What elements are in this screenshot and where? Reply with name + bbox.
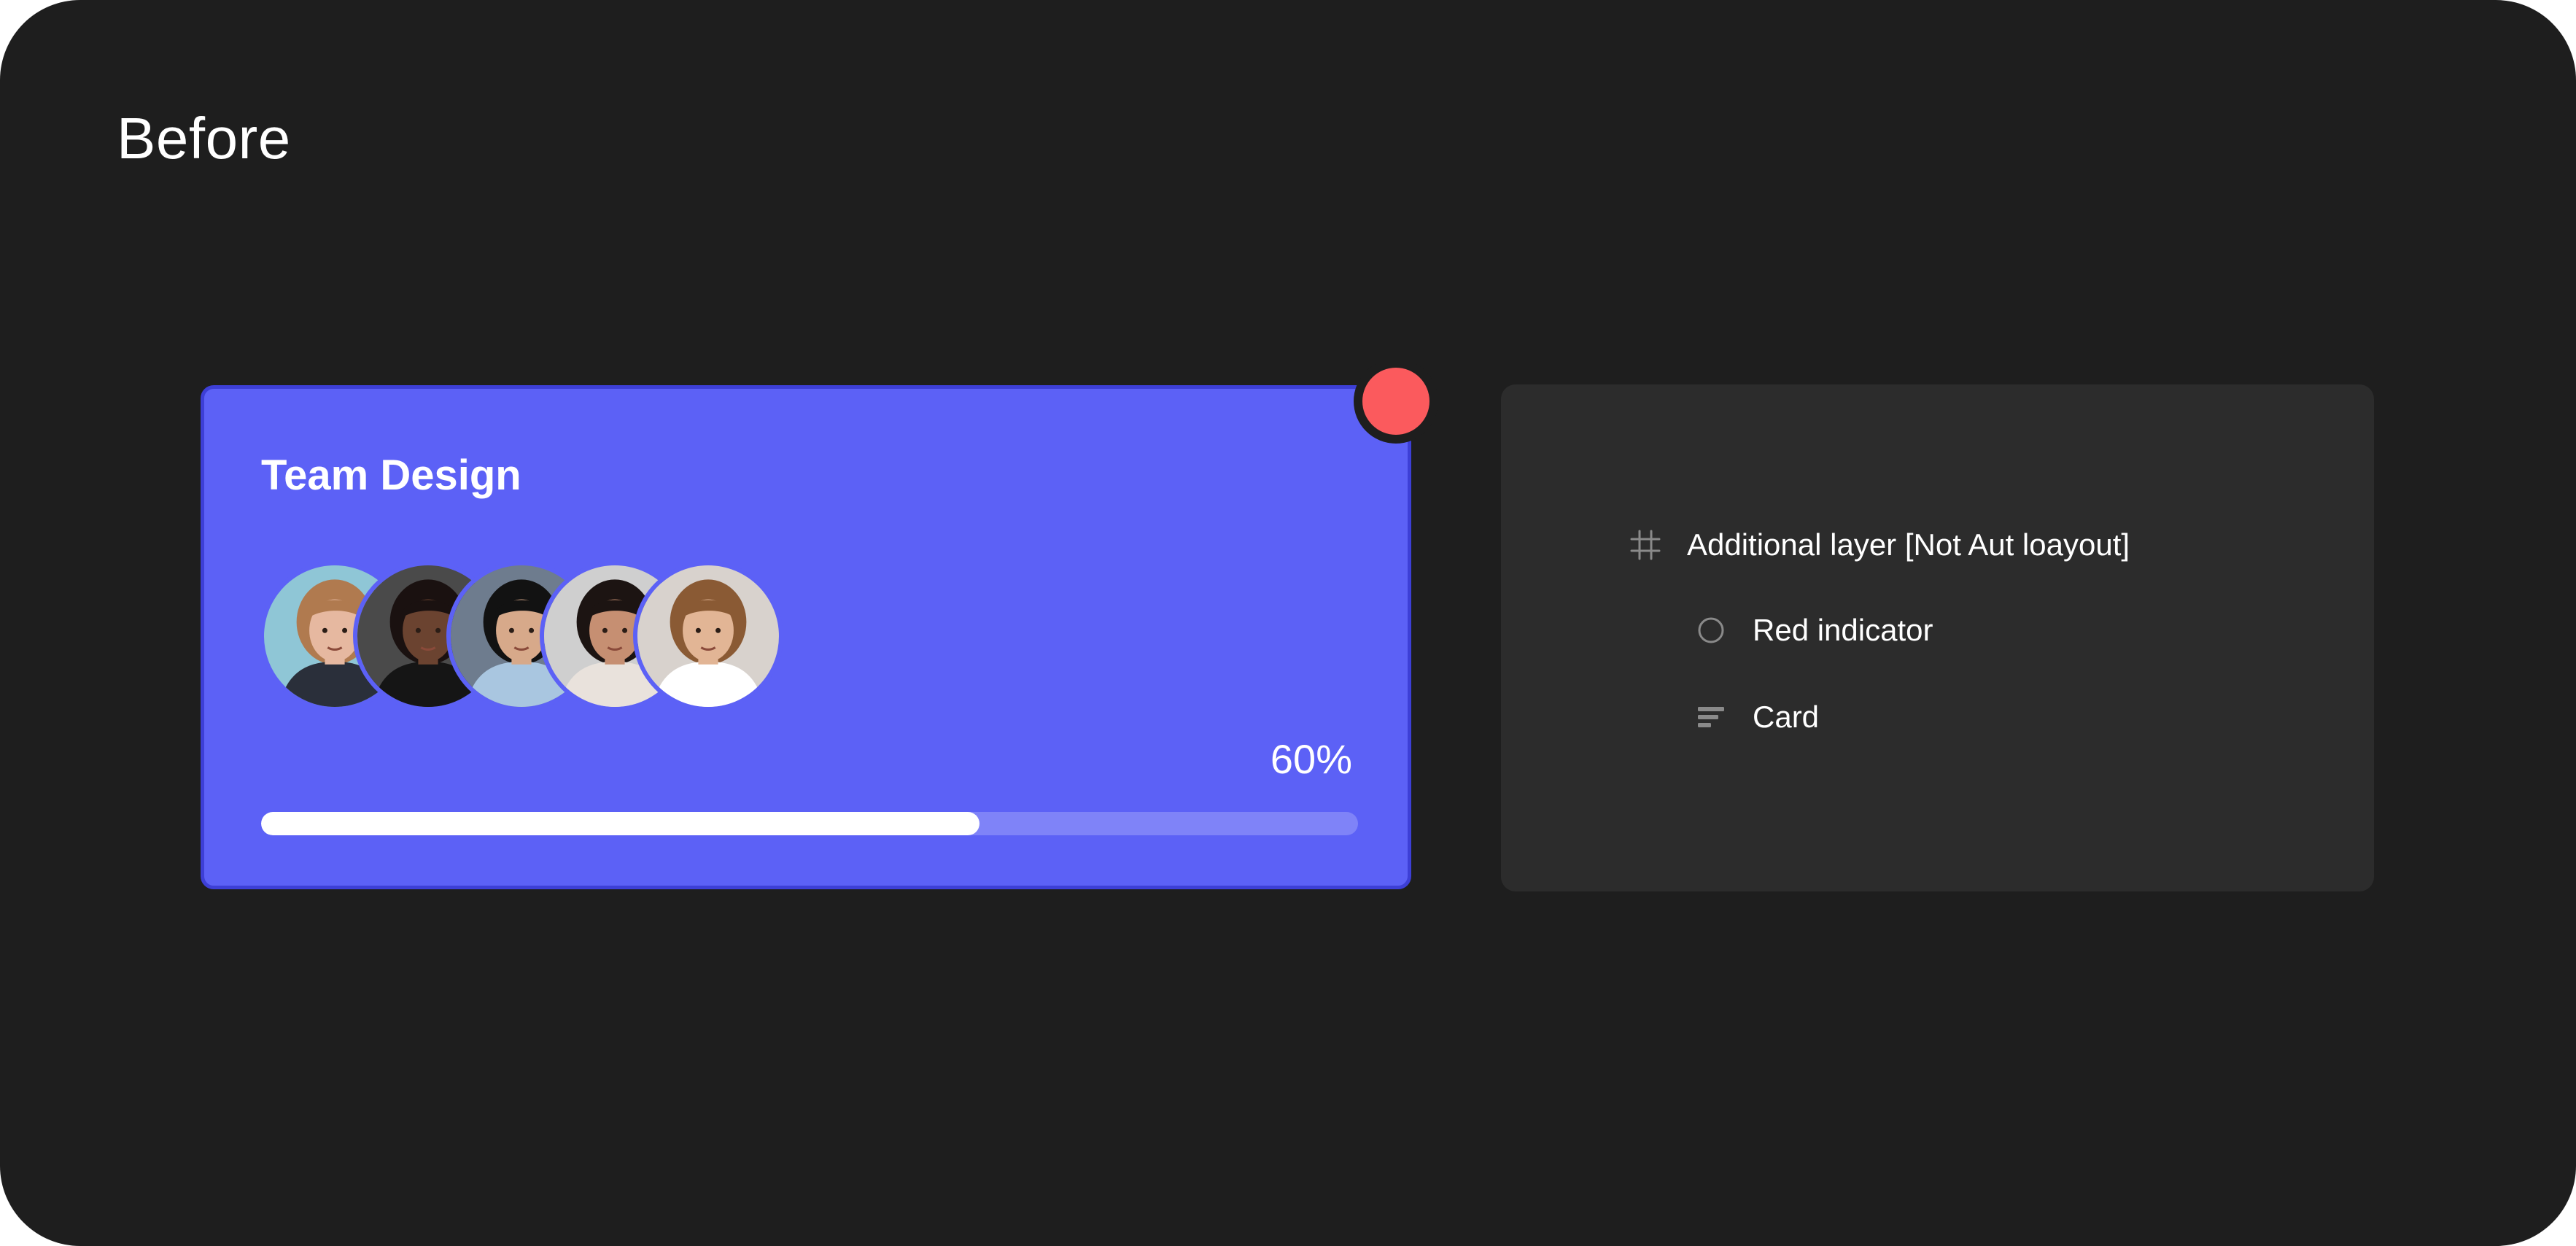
layer-row-additional[interactable]: Additional layer [Not Aut loayout]: [1629, 523, 2130, 567]
progress-fill: [261, 812, 980, 835]
section-heading: Before: [117, 106, 291, 171]
red-indicator-dot: [1362, 368, 1429, 435]
card-title: Team Design: [261, 452, 521, 499]
progress-bar: [261, 812, 1358, 835]
red-indicator[interactable]: [1354, 359, 1438, 444]
progress-percent: 60%: [1270, 736, 1352, 782]
layer-label: Red indicator: [1753, 613, 1933, 647]
canvas: Before Team Design 60% Additional layer …: [0, 0, 2576, 1246]
autolayout-icon: [1694, 700, 1728, 734]
avatar[interactable]: [633, 561, 783, 711]
layer-row-red-indicator[interactable]: Red indicator: [1694, 608, 1933, 652]
layers-panel: Additional layer [Not Aut loayout] Red i…: [1501, 384, 2374, 891]
frame-icon: [1629, 528, 1662, 562]
ellipse-icon: [1694, 614, 1728, 647]
layer-label: Card: [1753, 700, 1820, 734]
layer-row-card[interactable]: Card: [1694, 695, 1819, 739]
team-card[interactable]: Team Design 60%: [201, 385, 1411, 889]
layer-label: Additional layer [Not Aut loayout]: [1687, 527, 2130, 562]
avatar-group: [260, 561, 843, 711]
